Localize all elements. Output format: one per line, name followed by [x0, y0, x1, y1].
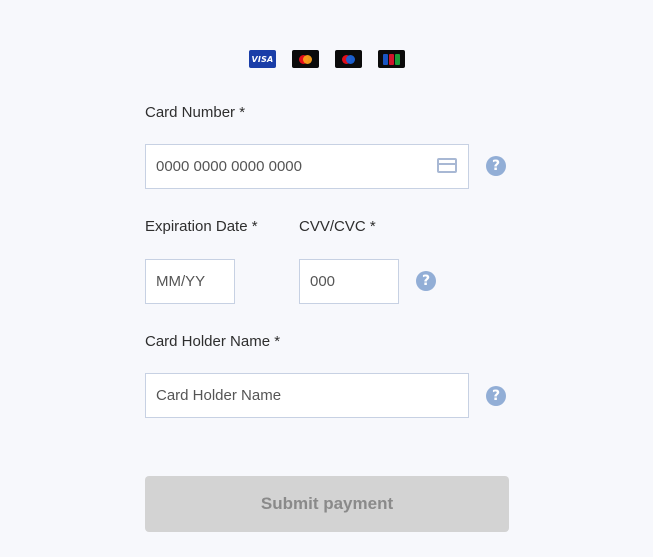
card-holder-input[interactable]: Card Holder Name	[145, 373, 469, 418]
card-number-help-icon[interactable]: ?	[486, 156, 506, 176]
expiration-date-placeholder: MM/YY	[156, 273, 206, 290]
expiration-date-input[interactable]: MM/YY	[145, 259, 235, 304]
card-number-label: Card Number *	[145, 104, 246, 121]
cvv-label: CVV/CVC *	[299, 218, 376, 235]
mastercard-logo-icon	[292, 50, 319, 68]
visa-logo-text: VISA	[251, 54, 274, 64]
cvv-input[interactable]: 000	[299, 259, 399, 304]
maestro-logo-icon	[335, 50, 362, 68]
cvv-placeholder: 000	[310, 273, 336, 290]
visa-logo-icon: VISA	[249, 50, 276, 68]
card-number-placeholder: 0000 0000 0000 0000	[156, 158, 302, 175]
card-number-input[interactable]: 0000 0000 0000 0000	[145, 144, 469, 189]
card-holder-placeholder: Card Holder Name	[156, 387, 282, 404]
submit-payment-button[interactable]: Submit payment	[145, 476, 509, 532]
expiration-date-label: Expiration Date *	[145, 218, 258, 235]
cvv-help-icon[interactable]: ?	[416, 271, 436, 291]
card-holder-help-icon[interactable]: ?	[486, 386, 506, 406]
card-holder-label: Card Holder Name *	[145, 333, 281, 350]
card-brand-logos: VISA	[249, 50, 405, 68]
jcb-logo-icon	[378, 50, 405, 68]
credit-card-icon	[437, 158, 457, 173]
